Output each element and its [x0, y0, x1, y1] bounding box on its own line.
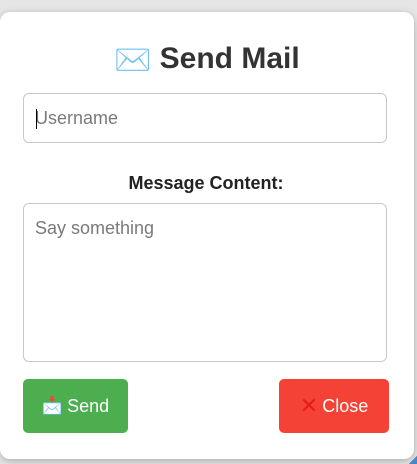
close-button[interactable]: ✕ Close [279, 379, 389, 433]
username-input[interactable] [23, 93, 387, 143]
send-button-label: Send [67, 395, 110, 416]
send-button[interactable]: 📩 Send [23, 379, 128, 433]
envelope-icon: ✉️ [114, 44, 152, 77]
cross-mark-icon: ✕ [299, 393, 319, 418]
text-cursor [36, 109, 37, 129]
resize-corner [409, 456, 417, 464]
dialog-title-text: Send Mail [159, 42, 300, 75]
send-mail-dialog: ✉️Send Mail Message Content: 📩 Send ✕ Cl… [0, 12, 414, 459]
close-button-label: Close [322, 395, 369, 416]
dialog-title: ✉️ Send Mail [0, 42, 414, 78]
inbox-tray-icon: 📩 [41, 396, 64, 415]
message-content-label: Message Content: [128, 173, 284, 193]
message-content-textarea[interactable] [23, 203, 387, 362]
